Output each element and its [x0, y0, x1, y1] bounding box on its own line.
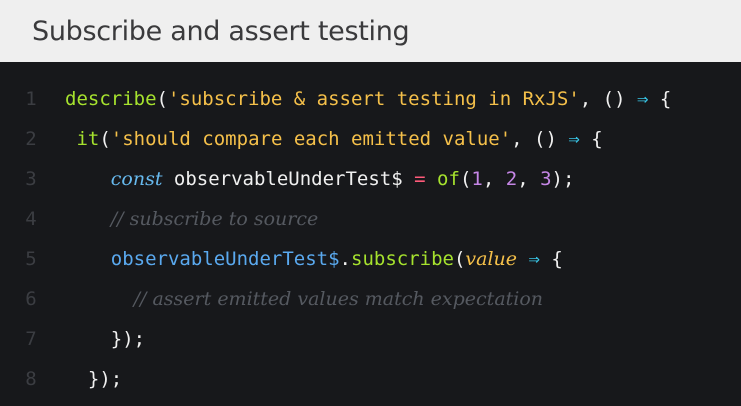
line-number: 3: [25, 168, 37, 190]
token-punctuation: , (): [579, 88, 637, 110]
line-number: 2: [25, 128, 37, 150]
code-line-1: 1 describe('subscribe & assert testing i…: [0, 79, 741, 119]
token-variable: observableUnderTest$: [110, 248, 340, 270]
line-number: 8: [25, 368, 37, 390]
slide-header: Subscribe and assert testing: [0, 0, 741, 62]
token-punctuation: });: [87, 368, 123, 390]
code-line-2: 2 it('should compare each emitted value'…: [0, 119, 741, 159]
token-string: 'subscribe & assert testing in RxJS': [167, 88, 580, 110]
token-function: it: [76, 128, 100, 150]
token-arrow: ⇒: [636, 88, 649, 110]
token-string: 'should compare each emitted value': [110, 128, 512, 150]
code-line-7: 7 });: [0, 319, 741, 359]
line-number: 1: [25, 88, 37, 110]
token-function: describe: [65, 88, 157, 110]
token-operator: =: [414, 168, 426, 190]
token-keyword: const: [110, 168, 163, 190]
token-number: 3: [540, 168, 552, 190]
code-text: describe('subscribe & assert testing in …: [65, 88, 671, 110]
token-identifier: observableUnderTest$: [162, 168, 415, 190]
code-line-3: 3 const observableUnderTest$ = of(1, 2, …: [0, 159, 741, 199]
line-number: 5: [25, 248, 37, 270]
code-text: const observableUnderTest$ = of(1, 2, 3)…: [110, 168, 575, 190]
token-punctuation: (: [99, 128, 111, 150]
line-number: 7: [25, 328, 37, 350]
code-text: // subscribe to source: [65, 208, 319, 230]
token-punctuation: (: [459, 168, 472, 190]
code-text: // assert emitted values match expectati…: [65, 288, 543, 310]
token-punctuation: );: [551, 168, 575, 190]
code-text: });: [65, 328, 145, 350]
token-punctuation: , (): [511, 128, 569, 150]
code-text: });: [65, 368, 122, 390]
code-line-4: 4 // subscribe to source: [0, 199, 741, 239]
code-line-8: 8 });: [0, 359, 741, 399]
token-punctuation: (: [453, 248, 466, 270]
line-number: 6: [25, 288, 37, 310]
token-arrow: ⇒: [528, 248, 540, 270]
token-punctuation: (: [156, 88, 168, 110]
code-line-6: 6 // assert emitted values match expecta…: [0, 279, 741, 319]
token-comment: // subscribe to source: [110, 208, 319, 230]
slide-title: Subscribe and assert testing: [32, 15, 410, 47]
token-arrow: ⇒: [568, 128, 580, 150]
code-block: 1 describe('subscribe & assert testing i…: [0, 62, 741, 406]
code-line-5: 5 observableUnderTest$.subscribe(value ⇒…: [0, 239, 741, 279]
token-punctuation: {: [539, 248, 563, 270]
token-comment: // assert emitted values match expectati…: [133, 288, 544, 310]
code-text: it('should compare each emitted value', …: [65, 128, 603, 150]
token-parameter: value: [465, 248, 518, 270]
line-number: 4: [25, 208, 37, 230]
code-text: observableUnderTest$.subscribe(value ⇒ {: [110, 248, 563, 270]
token-punctuation: });: [110, 328, 146, 350]
token-number: 1: [471, 168, 483, 190]
token-function: of: [437, 168, 460, 190]
token-punctuation: {: [579, 128, 603, 150]
token-number: 2: [505, 168, 518, 190]
token-function: subscribe: [351, 248, 454, 270]
token-punctuation: {: [648, 88, 672, 110]
